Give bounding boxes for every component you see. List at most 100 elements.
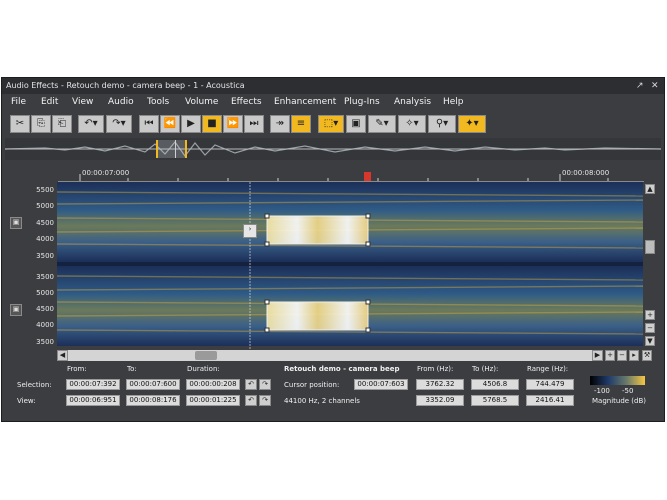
selection-from-hz-field[interactable]: 3762.32 (416, 379, 464, 390)
ai-tool-icon[interactable]: ✦▾ (458, 115, 486, 133)
zoom-in-icon[interactable]: + (605, 350, 615, 361)
rewind-icon[interactable]: ⏪ (160, 115, 180, 133)
pin-icon[interactable]: ↗ (636, 78, 644, 94)
brush-icon[interactable]: ✎▾ (368, 115, 396, 133)
app-window: Audio Effects - Retouch demo - camera be… (1, 77, 665, 422)
freq-label: 5500 (36, 186, 54, 194)
view-duration-field[interactable]: 00:00:01:225 (186, 395, 240, 406)
view-undo-icon[interactable]: ↶ (245, 395, 257, 406)
cursor-position-label: Cursor position: (284, 381, 340, 389)
ruler-label-end: 00:00:08:000 (562, 169, 610, 177)
scroll-down-icon[interactable]: ▼ (645, 336, 655, 346)
cursor-position-field: 00:00:07:603 (354, 379, 408, 390)
vertical-scroll-thumb[interactable] (645, 240, 655, 254)
close-icon[interactable]: ✕ (651, 78, 659, 94)
settings-wrench-icon[interactable]: ⚒ (642, 350, 652, 361)
menu-tools[interactable]: Tools (147, 97, 169, 107)
selection-duration-field[interactable]: 00:00:00:208 (186, 379, 240, 390)
selection-label: Selection: (17, 381, 52, 389)
horizontal-scroll-thumb[interactable] (195, 351, 217, 360)
time-ruler[interactable]: 00:00:07:000 00:00:08:000 (58, 164, 644, 182)
freq-label: 5000 (36, 202, 54, 210)
select-tool-icon[interactable]: ⬚▾ (318, 115, 344, 133)
scroll-right-icon[interactable]: ▶ (592, 350, 603, 361)
selection-to-hz-field[interactable]: 4506.8 (471, 379, 519, 390)
freq-label: 4000 (36, 321, 54, 329)
go-end-icon[interactable]: ⏭ (244, 115, 264, 133)
menu-plugins[interactable]: Plug-Ins (344, 97, 380, 107)
magic-wand-icon[interactable]: ✧▾ (398, 115, 426, 133)
ruler-ticks (58, 174, 644, 182)
fast-forward-icon[interactable]: ⏩ (223, 115, 243, 133)
paste-icon[interactable]: ⎗ (52, 115, 72, 133)
menu-bar: File Edit View Audio Tools Volume Effect… (2, 94, 664, 112)
zoom-fit-icon[interactable]: ▸ (629, 350, 639, 361)
selection-to-field[interactable]: 00:00:07:600 (126, 379, 180, 390)
audio-format: 44100 Hz, 2 channels (284, 397, 360, 405)
view-from-hz-field[interactable]: 3352.09 (416, 395, 464, 406)
play-icon[interactable]: ▶ (181, 115, 201, 133)
header-from: From: (67, 365, 87, 373)
snapshot-icon[interactable]: ▣ (346, 115, 366, 133)
go-start-icon[interactable]: ⏮ (139, 115, 159, 133)
magnitude-colorbar (590, 376, 645, 385)
window-title: Audio Effects - Retouch demo - camera be… (6, 81, 245, 90)
freq-label: 3500 (36, 252, 54, 260)
channel-1-icon[interactable]: ▣ (10, 217, 22, 229)
loop-icon[interactable]: ≡ (291, 115, 311, 133)
header-range-hz: Range (Hz): (527, 365, 569, 373)
menu-enhancement[interactable]: Enhancement (274, 97, 336, 107)
horizontal-scrollbar[interactable]: ◀ ▶ (57, 350, 603, 361)
freq-label: 5000 (36, 289, 54, 297)
menu-edit[interactable]: Edit (41, 97, 58, 107)
magnitude-min: -100 (594, 387, 610, 395)
header-from-hz: From (Hz): (417, 365, 454, 373)
magnitude-label: Magnitude (dB) (592, 397, 647, 405)
overview-waveform-graphic (4, 140, 662, 158)
menu-effects[interactable]: Effects (231, 97, 262, 107)
redo-icon[interactable]: ↷▾ (106, 115, 132, 133)
copy-icon[interactable]: ⎘ (31, 115, 51, 133)
freq-label: 3500 (36, 273, 54, 281)
menu-help[interactable]: Help (443, 97, 464, 107)
header-to: To: (127, 365, 137, 373)
stop-icon[interactable]: ■ (202, 115, 222, 133)
play-selection-icon[interactable]: ↠ (270, 115, 290, 133)
header-to-hz: To (Hz): (472, 365, 499, 373)
title-bar: Audio Effects - Retouch demo - camera be… (2, 78, 664, 94)
overview-waveform[interactable] (4, 138, 662, 160)
view-range-hz-field[interactable]: 2416.41 (526, 395, 574, 406)
magnitude-mid: -50 (622, 387, 634, 395)
scissors-icon[interactable]: ✂ (10, 115, 30, 133)
file-name: Retouch demo - camera beep (284, 365, 400, 373)
menu-view[interactable]: View (72, 97, 93, 107)
menu-analysis[interactable]: Analysis (394, 97, 431, 107)
zoom-out-vertical-icon[interactable]: − (645, 323, 655, 333)
channel-2-icon[interactable]: ▣ (10, 304, 22, 316)
header-duration: Duration: (187, 365, 220, 373)
selection-redo-icon[interactable]: ↷ (259, 379, 271, 390)
zoom-in-vertical-icon[interactable]: + (645, 310, 655, 320)
zoom-tool-icon[interactable]: ⚲▾ (428, 115, 456, 133)
view-from-field[interactable]: 00:00:06:951 (66, 395, 120, 406)
toolbar: ✂ ⎘ ⎗ ↶▾ ↷▾ ⏮ ⏪ ▶ ■ ⏩ ⏭ ↠ ≡ ⬚▾ ▣ ✎▾ ✧▾ ⚲… (2, 112, 664, 136)
playhead-marker[interactable] (364, 172, 371, 181)
undo-icon[interactable]: ↶▾ (78, 115, 104, 133)
menu-audio[interactable]: Audio (108, 97, 134, 107)
view-to-field[interactable]: 00:00:08:176 (126, 395, 180, 406)
selection-from-field[interactable]: 00:00:07:392 (66, 379, 120, 390)
view-to-hz-field[interactable]: 5768.5 (471, 395, 519, 406)
scroll-left-icon[interactable]: ◀ (57, 350, 68, 361)
expand-arrow-icon[interactable]: › (243, 224, 257, 238)
view-redo-icon[interactable]: ↷ (259, 395, 271, 406)
spectrogram-graphic (56, 182, 644, 350)
selection-range-hz-field[interactable]: 744.479 (526, 379, 574, 390)
scroll-up-icon[interactable]: ▲ (645, 184, 655, 194)
selection-undo-icon[interactable]: ↶ (245, 379, 257, 390)
ruler-label-start: 00:00:07:000 (82, 169, 130, 177)
menu-file[interactable]: File (11, 97, 26, 107)
menu-volume[interactable]: Volume (185, 97, 218, 107)
freq-label: 3500 (36, 338, 54, 346)
spectrogram-view[interactable]: › ▲ + − ▼ (56, 182, 655, 350)
zoom-out-icon[interactable]: − (617, 350, 627, 361)
